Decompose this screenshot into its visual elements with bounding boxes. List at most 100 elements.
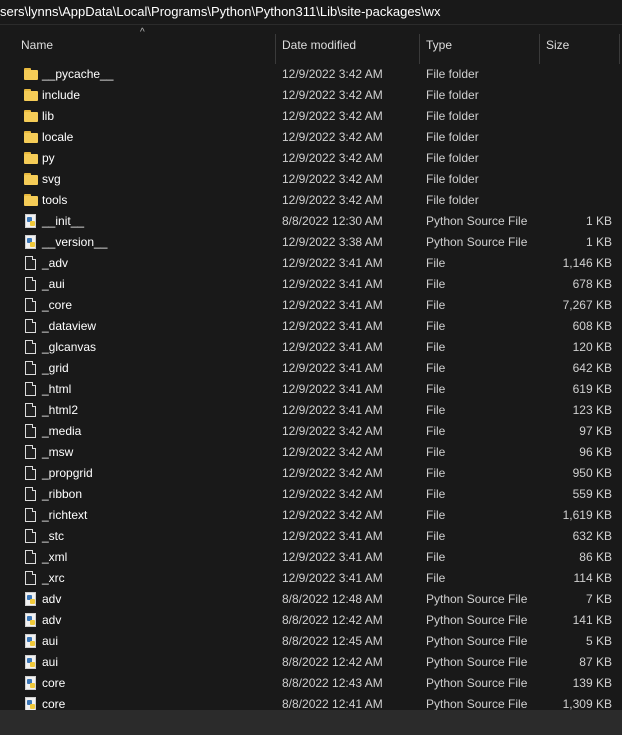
file-row[interactable]: __init__ 8/8/2022 12:30 AM Python Source F… [0,211,620,232]
file-row[interactable]: _ribbon 12/9/2022 3:42 AM File 559 KB [0,484,620,505]
file-icon [24,424,38,439]
file-row[interactable]: _html 12/9/2022 3:41 AM File 619 KB [0,379,620,400]
column-header-type[interactable]: Type [426,25,452,65]
column-divider[interactable] [275,34,276,64]
folder-icon [24,109,38,124]
file-size [540,127,612,148]
file-date-modified: 12/9/2022 3:41 AM [282,298,383,312]
file-date-modified: 12/9/2022 3:42 AM [282,151,383,165]
file-size: 96 KB [579,445,612,459]
file-row[interactable]: aui 8/8/2022 12:42 AM Python Source File 87… [0,652,620,673]
horizontal-scrollbar[interactable] [0,710,622,735]
file-icon [24,529,38,544]
file-icon [24,445,38,460]
file-date-modified: 12/9/2022 3:42 AM [282,109,383,123]
column-header-bar: ^ Name Date modified Type Size [0,25,622,65]
column-divider[interactable] [539,34,540,64]
python-file-icon [24,592,38,607]
file-icon [24,550,38,565]
file-date-modified: 12/9/2022 3:41 AM [282,382,383,396]
file-type: Python Source File [426,592,528,606]
file-row[interactable]: _msw 12/9/2022 3:42 AM File 96 KB [0,442,620,463]
file-row[interactable]: tools 12/9/2022 3:42 AM File folder [0,190,620,211]
vertical-scrollbar[interactable] [614,64,622,710]
file-row[interactable]: _grid 12/9/2022 3:41 AM File 642 KB [0,358,620,379]
file-size [540,148,612,169]
file-name: _ribbon [42,487,83,501]
file-icon [24,466,38,481]
file-date-modified: 12/9/2022 3:41 AM [282,571,383,585]
file-row[interactable]: _xrc 12/9/2022 3:41 AM File 114 KB [0,568,620,589]
file-type: File [426,256,446,270]
column-header-date-modified[interactable]: Date modified [282,25,356,65]
file-type: Python Source File [426,235,528,249]
file-row[interactable]: py 12/9/2022 3:42 AM File folder [0,148,620,169]
folder-icon [24,88,38,103]
file-row[interactable]: locale 12/9/2022 3:42 AM File folder [0,127,620,148]
folder-icon [24,172,38,187]
file-date-modified: 12/9/2022 3:42 AM [282,508,383,522]
file-row[interactable]: _media 12/9/2022 3:42 AM File 97 KB [0,421,620,442]
file-icon [24,487,38,502]
file-row[interactable]: lib 12/9/2022 3:42 AM File folder [0,106,620,127]
folder-icon [24,130,38,145]
file-row[interactable]: aui 8/8/2022 12:45 AM Python Source File 5 … [0,631,620,652]
file-date-modified: 12/9/2022 3:41 AM [282,550,383,564]
file-row[interactable]: _xml 12/9/2022 3:41 AM File 86 KB [0,547,620,568]
column-divider[interactable] [419,34,420,64]
file-size: 1,146 KB [562,256,612,270]
file-size: 97 KB [579,424,612,438]
python-file-icon [24,613,38,628]
file-icon [24,340,38,355]
file-row[interactable]: core 8/8/2022 12:43 AM Python Source File 1… [0,673,620,694]
file-row[interactable]: _adv 12/9/2022 3:41 AM File 1,146 KB [0,253,620,274]
file-row[interactable]: adv 8/8/2022 12:48 AM Python Source File 7 … [0,589,620,610]
file-row[interactable]: _dataview 12/9/2022 3:41 AM File 608 KB [0,316,620,337]
file-name: _xml [42,550,68,564]
file-type: File [426,487,446,501]
file-name: adv [42,613,62,627]
file-row[interactable]: _aui 12/9/2022 3:41 AM File 678 KB [0,274,620,295]
file-row[interactable]: __pycache__ 12/9/2022 3:42 AM File folder [0,64,620,85]
column-header-name[interactable]: Name [21,25,53,65]
file-name: _glcanvas [42,340,97,354]
file-date-modified: 8/8/2022 12:42 AM [282,613,383,627]
file-size [540,106,612,127]
file-row[interactable]: _stc 12/9/2022 3:41 AM File 632 KB [0,526,620,547]
file-size [540,64,612,85]
python-file-icon [24,676,38,691]
file-row[interactable]: _html2 12/9/2022 3:41 AM File 123 KB [0,400,620,421]
file-row[interactable]: include 12/9/2022 3:42 AM File folder [0,85,620,106]
file-row[interactable]: _core 12/9/2022 3:41 AM File 7,267 KB [0,295,620,316]
file-row[interactable]: _propgrid 12/9/2022 3:42 AM File 950 KB [0,463,620,484]
file-name: _html [42,382,72,396]
column-divider[interactable] [619,34,620,64]
file-row[interactable]: __version__ 12/9/2022 3:38 AM Python Sourc… [0,232,620,253]
address-path[interactable]: sers\lynns\AppData\Local\Programs\Python… [0,4,441,19]
file-size: 87 KB [579,655,612,669]
file-type: File [426,550,446,564]
sort-ascending-icon: ^ [140,27,145,38]
file-type: File [426,319,446,333]
file-icon [24,508,38,523]
file-size: 5 KB [585,634,612,648]
file-row[interactable]: _glcanvas 12/9/2022 3:41 AM File 120 KB [0,337,620,358]
file-date-modified: 12/9/2022 3:41 AM [282,319,383,333]
file-type: File folder [426,88,479,102]
file-row[interactable]: svg 12/9/2022 3:42 AM File folder [0,169,620,190]
file-name: __version__ [42,235,108,249]
file-date-modified: 12/9/2022 3:41 AM [282,529,383,543]
file-date-modified: 12/9/2022 3:41 AM [282,403,383,417]
address-bar[interactable]: sers\lynns\AppData\Local\Programs\Python… [0,0,622,24]
file-type: File [426,424,446,438]
file-date-modified: 12/9/2022 3:38 AM [282,235,383,249]
file-size [540,169,612,190]
file-name: _grid [42,361,69,375]
column-header-size[interactable]: Size [546,25,569,65]
file-date-modified: 12/9/2022 3:41 AM [282,340,383,354]
file-row[interactable]: _richtext 12/9/2022 3:42 AM File 1,619 KB [0,505,620,526]
file-name: _richtext [42,508,88,522]
file-size: 7 KB [585,592,612,606]
file-icon [24,298,38,313]
file-row[interactable]: adv 8/8/2022 12:42 AM Python Source File 14… [0,610,620,631]
